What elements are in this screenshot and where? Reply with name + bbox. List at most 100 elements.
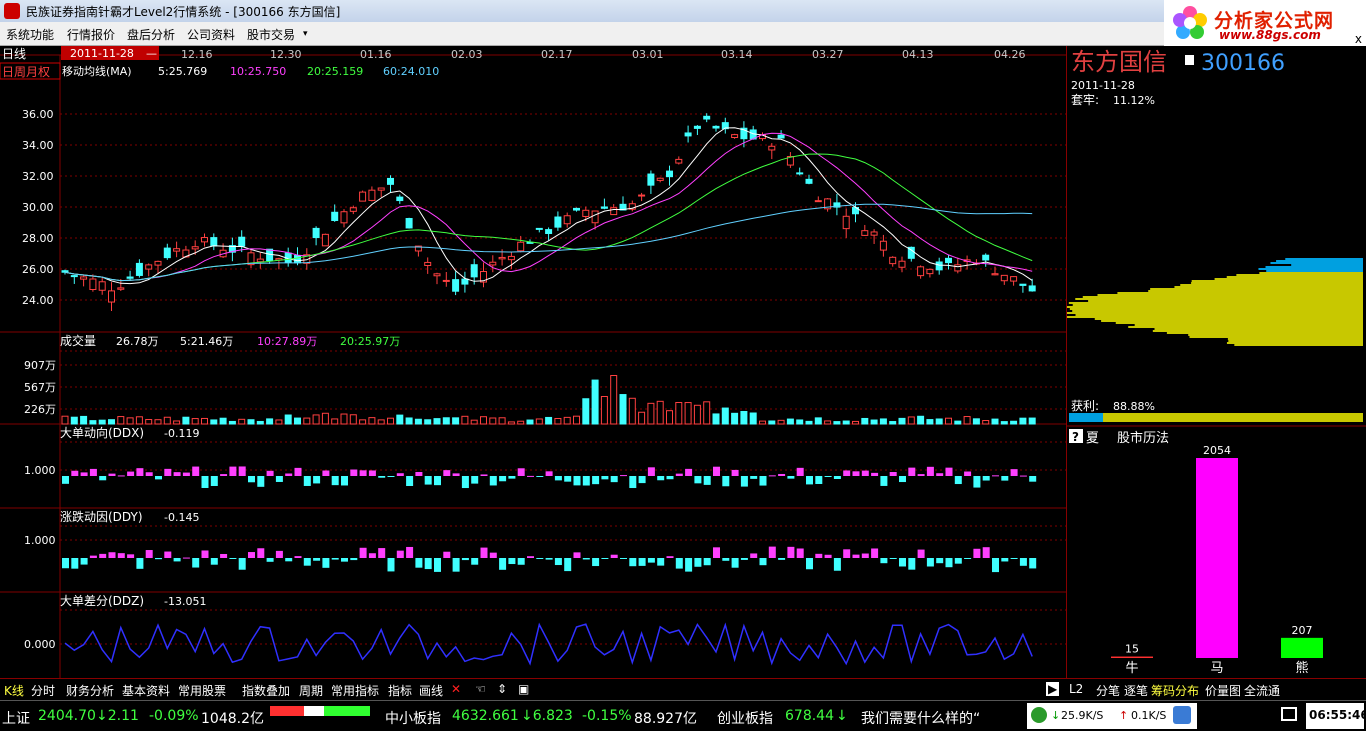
tool-l2[interactable]: L2 <box>1069 682 1083 696</box>
indicator-bar <box>964 471 972 476</box>
tool-common-stocks[interactable]: 常用股票 <box>178 682 226 699</box>
indicator-bar <box>936 558 944 564</box>
tool-common-indicators[interactable]: 常用指标 <box>331 682 379 699</box>
indicator-bar <box>694 476 702 484</box>
help-icon[interactable]: ? <box>1072 430 1079 444</box>
chip-bar <box>1266 270 1363 272</box>
candle-body <box>926 268 934 275</box>
chart-canvas[interactable]: 日线 2011-11-28 — 12.16 12.30 01.16 02.03 … <box>0 46 1066 678</box>
move-icon[interactable]: ⇕ <box>497 682 507 696</box>
volume-bar <box>591 379 599 425</box>
tool-chip-dist[interactable]: 筹码分布 <box>1151 682 1199 699</box>
indicator-bar <box>564 558 572 572</box>
down-arrow-icon: ↓ <box>1051 709 1061 722</box>
indicator-bar <box>787 476 795 479</box>
tool-kline[interactable]: K线 <box>4 682 24 699</box>
menu-company[interactable]: 公司资料 <box>187 26 235 43</box>
summer-label: 夏 <box>1086 431 1099 446</box>
zx-name[interactable]: 中小板指 <box>385 708 441 728</box>
tool-indicator[interactable]: 指标 <box>388 682 412 699</box>
chip-bar <box>1189 336 1363 338</box>
monitor-icon[interactable] <box>1281 707 1297 721</box>
period-label: 日线 <box>2 47 26 61</box>
close-icon[interactable]: x <box>1355 32 1362 46</box>
menu-quotes[interactable]: 行情报价 <box>67 26 115 43</box>
indicator-bar <box>889 472 897 476</box>
candle-body <box>163 247 171 259</box>
indicator-bar <box>964 558 972 559</box>
candle-body <box>89 278 97 291</box>
net-down: 25.9K/S <box>1061 709 1104 722</box>
chip-bar <box>1069 308 1363 310</box>
tool-finance[interactable]: 财务分析 <box>66 682 114 699</box>
volume-bar <box>907 416 915 425</box>
indicator-bar <box>778 558 786 560</box>
volume-ma5: 5:21.46万 <box>180 335 233 348</box>
candle-body <box>582 209 590 217</box>
indicator-bar <box>629 476 637 489</box>
tool-timeshare[interactable]: 分时 <box>31 682 55 699</box>
chip-bar <box>1291 264 1363 266</box>
tool-transactions[interactable]: 逐笔 <box>1124 682 1148 699</box>
volume-bar <box>656 400 664 425</box>
indicator-bar <box>880 476 888 486</box>
volume-bar <box>666 410 673 425</box>
indicator-bar <box>731 558 739 568</box>
candle-body <box>108 290 115 303</box>
hand-icon[interactable]: ☜ <box>475 682 486 696</box>
lock-tool-icon[interactable]: ▣ <box>518 682 529 696</box>
tool-period[interactable]: 周期 <box>299 682 323 699</box>
volume-bar <box>721 407 729 425</box>
indicator-bar <box>796 467 804 476</box>
indicator-bar <box>954 476 962 485</box>
candle-body <box>387 177 394 185</box>
volume-bar <box>805 420 813 425</box>
indicator-bar <box>657 476 665 481</box>
indicator-bar <box>861 470 869 476</box>
indicator-bar <box>638 476 646 484</box>
period-tabs-text[interactable]: 日周月权 <box>2 65 50 79</box>
tool-index-overlay[interactable]: 指数叠加 <box>242 682 290 699</box>
candle-body <box>600 206 608 209</box>
sh-name[interactable]: 上证 <box>2 708 30 728</box>
indicator-bar <box>573 476 581 486</box>
indicator-bar <box>508 558 516 565</box>
candle-body <box>554 216 562 228</box>
tool-ticks[interactable]: 分笔 <box>1096 682 1120 699</box>
volume-bar <box>991 418 999 425</box>
volume-bar <box>517 420 525 425</box>
news-ticker[interactable]: 我们需要什么样的“ <box>861 708 980 728</box>
volume-bar <box>135 416 143 425</box>
browser-icon[interactable] <box>1173 706 1191 724</box>
volume-bar <box>173 420 181 425</box>
chip-bar <box>1166 332 1363 334</box>
ddy-bars <box>62 546 1037 573</box>
candle-body <box>796 172 804 175</box>
cy-name[interactable]: 创业板指 <box>717 708 773 728</box>
menu-dropdown-icon[interactable]: ▾ <box>303 29 308 39</box>
kline-chart[interactable]: 日线 2011-11-28 — 12.16 12.30 01.16 02.03 … <box>0 46 1066 678</box>
indicator-bar <box>908 558 916 570</box>
menu-trade[interactable]: 股市交易 <box>247 26 295 43</box>
volume-bar <box>749 412 757 425</box>
tool-draw[interactable]: 画线 <box>419 682 443 699</box>
indicator-bar <box>731 469 739 476</box>
indicator-bar <box>545 471 553 476</box>
candlestick-series <box>61 113 1036 312</box>
indicator-bar <box>787 546 795 558</box>
indicator-bar <box>982 476 990 481</box>
indicator-bar <box>945 558 953 568</box>
indicator-bar <box>647 558 655 563</box>
arrow-icon[interactable]: ▶ <box>1046 682 1060 696</box>
candle-body <box>693 125 701 129</box>
candle-body <box>861 230 869 236</box>
tool-price-volume[interactable]: 价量图 <box>1205 682 1241 699</box>
delete-icon[interactable]: ✕ <box>451 682 461 696</box>
indicator-bar <box>173 558 181 562</box>
indicator-bar <box>806 558 813 570</box>
tool-full-circulation[interactable]: 全流通 <box>1244 682 1280 699</box>
menu-system[interactable]: 系统功能 <box>6 26 54 43</box>
indicator-bar <box>713 547 720 558</box>
menu-analysis[interactable]: 盘后分析 <box>127 26 175 43</box>
tool-basic[interactable]: 基本资料 <box>122 682 170 699</box>
